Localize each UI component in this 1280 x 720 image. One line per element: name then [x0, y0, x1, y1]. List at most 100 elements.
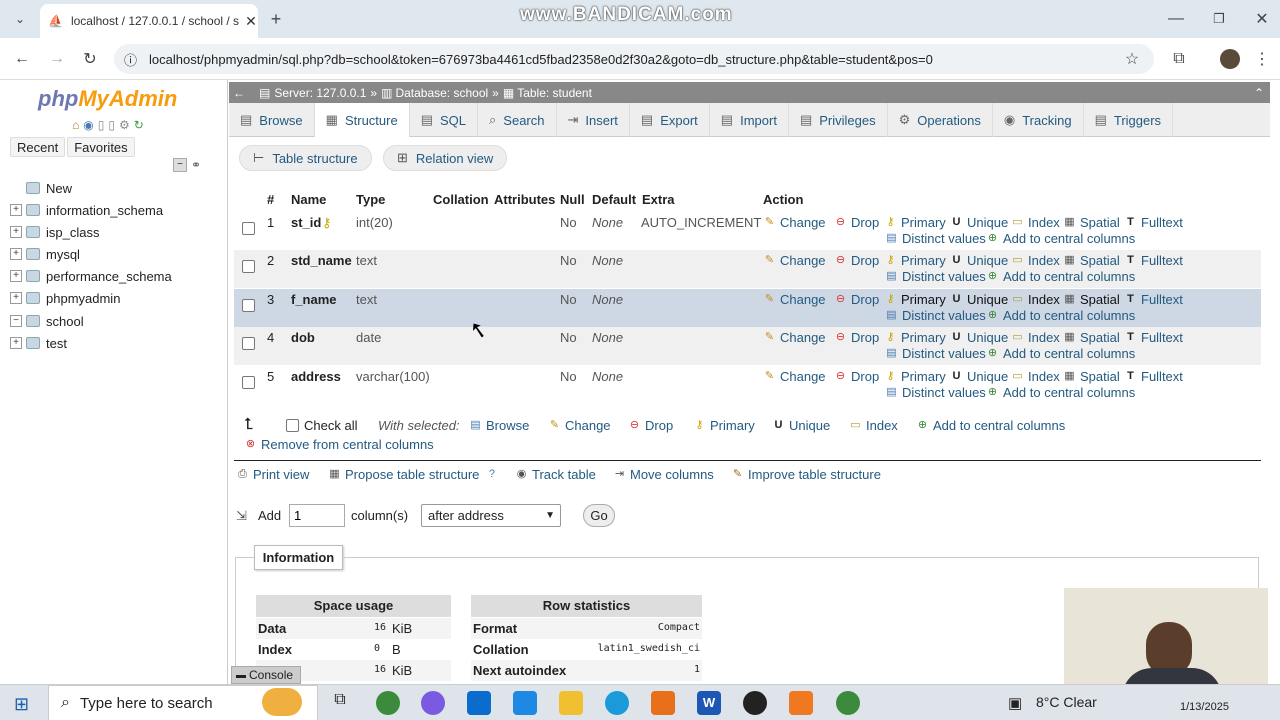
link-with-main-icon[interactable]: ⚭ [191, 158, 201, 172]
tab-insert[interactable]: ⇥ Insert [557, 103, 630, 137]
chrome-active-icon[interactable] [836, 691, 860, 715]
windows-start-icon[interactable]: ⊞ [14, 694, 29, 715]
menu-icon[interactable]: ⋮ [1250, 47, 1274, 71]
new-tab-icon[interactable]: + [264, 7, 288, 31]
col-header-action[interactable]: Action [763, 192, 803, 207]
app-icon[interactable] [651, 691, 675, 715]
column-name[interactable]: f_name [291, 292, 337, 307]
tree-item[interactable]: + performance_schema [10, 266, 172, 286]
minimize-icon[interactable]: — [1164, 7, 1188, 31]
action-unique-button[interactable]: U Unique [950, 330, 1009, 345]
action-spatial-button[interactable]: ▦ Spatial [1063, 253, 1119, 268]
logout-icon[interactable]: ◉ [83, 118, 93, 132]
row-checkbox[interactable] [242, 337, 255, 350]
row-checkbox[interactable] [242, 376, 255, 389]
action-fulltext-button[interactable]: T Fulltext [1124, 330, 1183, 345]
action-distinct-values-button[interactable]: ▤ Distinct values [885, 385, 986, 400]
tab-structure[interactable]: ▦ Structure [314, 103, 410, 137]
task-view-icon[interactable]: ⧉ [328, 691, 352, 715]
collapse-panel-icon[interactable]: ← [233, 86, 245, 100]
reload-icon[interactable]: ↻ [78, 47, 102, 71]
action-spatial-button[interactable]: ▦ Spatial [1063, 369, 1119, 384]
docs-icon[interactable]: ▯ [98, 118, 105, 132]
tree-item[interactable]: + information_schema [10, 200, 163, 220]
tab-search[interactable]: ⌕ Search [478, 103, 557, 137]
edge-icon[interactable] [605, 691, 629, 715]
action-index-button[interactable]: ▭ Index [1011, 253, 1060, 268]
store-icon[interactable] [467, 691, 491, 715]
row-checkbox[interactable] [242, 299, 255, 312]
tree-item[interactable]: + phpmyadmin [10, 288, 120, 308]
action-fulltext-button[interactable]: T Fulltext [1124, 215, 1183, 230]
xampp-icon[interactable] [789, 691, 813, 715]
word-icon[interactable]: W [697, 691, 721, 715]
clock-date[interactable]: 1/13/2025 [1180, 701, 1229, 713]
action-drop-button[interactable]: ⊖ Drop [834, 369, 879, 384]
col-header-name[interactable]: Name [291, 192, 326, 207]
propose-structure-link[interactable]: ▦ Propose table structure? [328, 467, 502, 482]
action-add-central-button[interactable]: ⊕ Add to central columns [986, 346, 1135, 361]
action-change-button[interactable]: ✎ Change [763, 369, 826, 384]
file-explorer-icon[interactable] [559, 691, 583, 715]
browser-tab[interactable]: ⛵ localhost / 127.0.0.1 / school / s ✕ [40, 4, 258, 38]
bookmark-star-icon[interactable]: ☆ [1120, 47, 1144, 71]
extensions-icon[interactable]: ⧉ [1167, 47, 1191, 71]
recent-tab[interactable]: Recent [10, 137, 66, 157]
refresh-icon[interactable]: ↻ [134, 118, 144, 132]
expand-icon[interactable]: − [10, 315, 22, 327]
home-icon[interactable]: ⌂ [72, 118, 79, 132]
breadcrumb-database[interactable]: Database: school [395, 86, 488, 100]
action-primary-button[interactable]: ⚷ Primary [884, 330, 945, 345]
action-fulltext-button[interactable]: T Fulltext [1124, 292, 1183, 307]
action-drop-button[interactable]: ⊖ Drop [834, 215, 879, 230]
tab-triggers[interactable]: ▤ Triggers [1084, 103, 1174, 137]
action-index-button[interactable]: ▭ Index [1011, 369, 1060, 384]
subtab-table-structure[interactable]: ⊢ Table structure [239, 145, 372, 171]
settings-icon[interactable]: ⚙ [119, 118, 130, 132]
action-unique-button[interactable]: U Unique [950, 369, 1009, 384]
breadcrumb-table[interactable]: Table: student [517, 86, 592, 100]
expand-icon[interactable]: + [10, 248, 22, 260]
tab-search-icon[interactable]: ⌄ [8, 7, 32, 31]
action-unique-button[interactable]: U Unique [950, 253, 1009, 268]
tree-item[interactable]: + mysql [10, 244, 80, 264]
bulk-index-button[interactable]: ▭ Index [849, 418, 898, 433]
col-header-num[interactable]: # [267, 192, 274, 207]
breadcrumb-server[interactable]: Server: 127.0.0.1 [274, 86, 366, 100]
action-add-central-button[interactable]: ⊕ Add to central columns [986, 269, 1135, 284]
action-distinct-values-button[interactable]: ▤ Distinct values [885, 308, 986, 323]
column-position-select[interactable]: after address ▼ [421, 504, 561, 527]
col-header-collation[interactable]: Collation [433, 192, 489, 207]
help-icon[interactable]: ? [485, 468, 498, 481]
action-index-button[interactable]: ▭ Index [1011, 215, 1060, 230]
copilot-icon[interactable] [421, 691, 445, 715]
bulk-primary-button[interactable]: ⚷ Primary [693, 418, 754, 433]
tab-privileges[interactable]: ▤ Privileges [789, 103, 888, 137]
action-distinct-values-button[interactable]: ▤ Distinct values [885, 346, 986, 361]
action-add-central-button[interactable]: ⊕ Add to central columns [986, 385, 1135, 400]
close-tab-icon[interactable]: ✕ [239, 13, 257, 30]
url-input[interactable]: ⓘ localhost/phpmyadmin/sql.php?db=school… [114, 44, 1154, 74]
action-distinct-values-button[interactable]: ▤ Distinct values [885, 231, 986, 246]
action-index-button[interactable]: ▭ Index [1011, 330, 1060, 345]
tree-item[interactable]: + test [10, 333, 67, 353]
expand-icon[interactable]: + [10, 204, 22, 216]
back-icon[interactable]: ← [10, 47, 34, 71]
expand-icon[interactable]: + [10, 270, 22, 282]
action-change-button[interactable]: ✎ Change [763, 330, 826, 345]
tree-item[interactable]: − school [10, 311, 84, 331]
column-name[interactable]: std_name [291, 253, 352, 268]
col-header-extra[interactable]: Extra [642, 192, 675, 207]
expand-icon[interactable]: + [10, 226, 22, 238]
expand-icon[interactable]: + [10, 337, 22, 349]
go-button[interactable]: Go [583, 504, 615, 527]
action-fulltext-button[interactable]: T Fulltext [1124, 369, 1183, 384]
tree-item[interactable]: New [10, 178, 72, 198]
action-distinct-values-button[interactable]: ▤ Distinct values [885, 269, 986, 284]
action-primary-button[interactable]: ⚷ Primary [884, 369, 945, 384]
move-columns-link[interactable]: ⇥ Move columns [613, 467, 714, 482]
favorites-tab[interactable]: Favorites [67, 137, 135, 157]
tab-sql[interactable]: ▤ SQL [410, 103, 479, 137]
tab-browse[interactable]: ▤ Browse [229, 103, 315, 137]
mail-icon[interactable] [513, 691, 537, 715]
